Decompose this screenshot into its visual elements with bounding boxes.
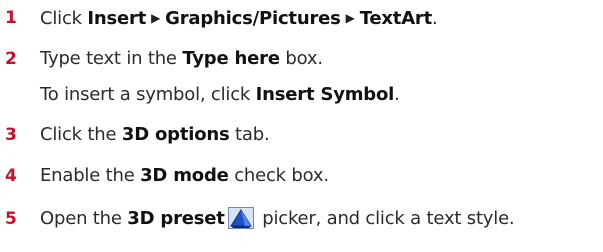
step-text: Click Insert ▶ Graphics/Pictures ▶ TextArt. bbox=[40, 3, 438, 34]
step-text-plain: Enable the bbox=[40, 165, 141, 186]
step-text-plain: box. bbox=[279, 48, 323, 69]
step-number: 4 bbox=[5, 166, 17, 186]
step-number: 3 bbox=[5, 125, 17, 145]
menu-arrow-icon: ▶ bbox=[151, 11, 161, 25]
step-text: Click the 3D options tab. bbox=[40, 120, 270, 150]
step-text-plain: Click bbox=[40, 8, 88, 29]
menu-textart: TextArt bbox=[359, 8, 433, 29]
step-number: 5 bbox=[5, 209, 17, 229]
step-number: 2 bbox=[5, 49, 17, 69]
step-text-plain: Click the bbox=[40, 124, 122, 145]
step-text-plain: Type text in the bbox=[40, 48, 183, 69]
step-text-plain: Open the bbox=[40, 208, 128, 229]
3d-preset-icon bbox=[227, 207, 254, 229]
3d-mode-label: 3D mode bbox=[140, 165, 229, 186]
step-text-plain: . bbox=[394, 84, 400, 105]
step-text: Enable the 3D mode check box. bbox=[40, 161, 329, 191]
step-text: Open the 3D preset picker, and click a t… bbox=[40, 204, 515, 234]
3d-options-tab-label: 3D options bbox=[121, 124, 230, 145]
step-text: To insert a symbol, click Insert Symbol. bbox=[40, 80, 400, 110]
menu-insert: Insert bbox=[87, 8, 147, 29]
step-number: 1 bbox=[5, 8, 17, 28]
step-text-plain: tab. bbox=[229, 124, 270, 145]
menu-arrow-icon: ▶ bbox=[345, 11, 355, 25]
step-text-plain: . bbox=[432, 8, 438, 29]
type-here-label: Type here bbox=[182, 48, 280, 69]
step-text-plain: check box. bbox=[228, 165, 329, 186]
step-text: Type text in the Type here box. bbox=[40, 44, 323, 74]
menu-graphics-pictures: Graphics/Pictures bbox=[165, 8, 341, 29]
step-text-plain: picker, and click a text style. bbox=[256, 208, 515, 229]
step-text-plain: To insert a symbol, click bbox=[40, 84, 256, 105]
insert-symbol-label: Insert Symbol bbox=[255, 84, 395, 105]
3d-preset-label: 3D preset bbox=[127, 208, 225, 229]
